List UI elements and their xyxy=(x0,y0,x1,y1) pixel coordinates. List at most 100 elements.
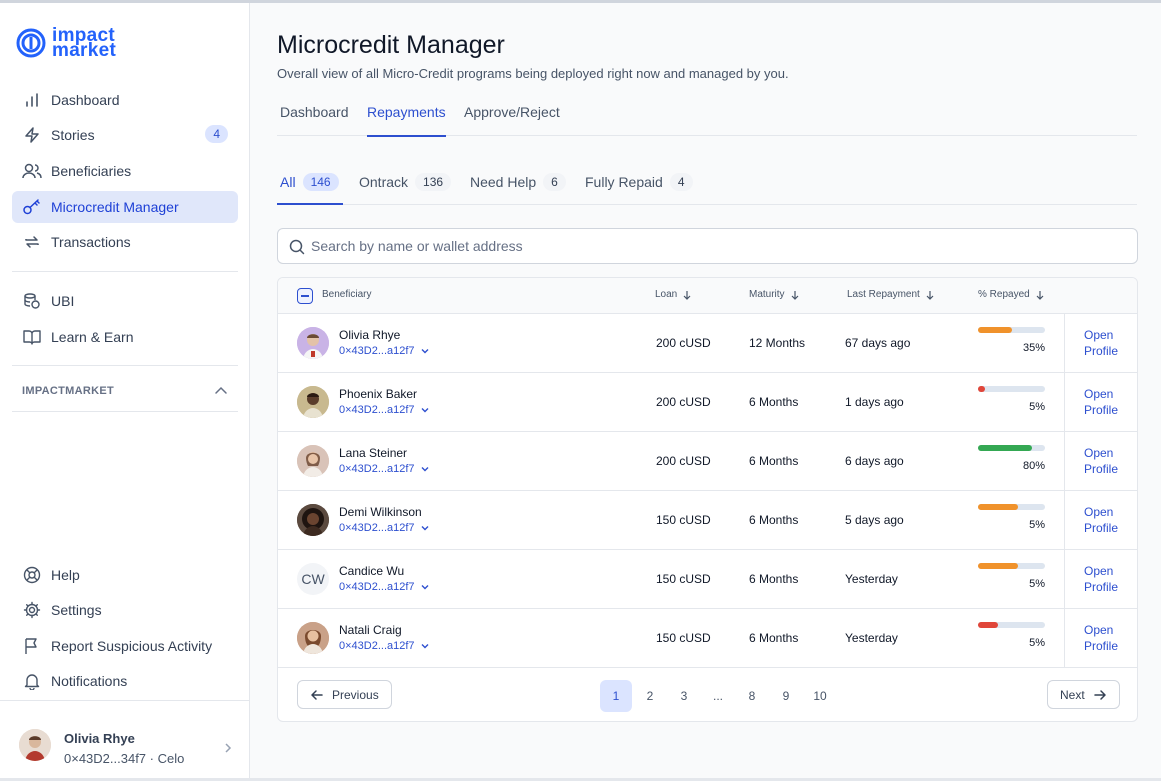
filter-tab-count: 146 xyxy=(302,173,339,191)
user-name: Olivia Rhye xyxy=(64,731,135,746)
chevron-right-icon xyxy=(222,741,234,759)
last-repayment: 1 days ago xyxy=(845,395,904,409)
beneficiary-wallet-dropdown[interactable]: 0×43D2...a12f7 xyxy=(339,404,430,416)
repaid-percent: 5% xyxy=(1029,519,1045,531)
open-profile-link[interactable]: Open Profile xyxy=(1064,373,1137,431)
tab-dashboard[interactable]: Dashboard xyxy=(280,104,349,120)
sidebar-item-report-suspicious-activity[interactable]: Report Suspicious Activity xyxy=(12,630,238,662)
beneficiary-name: Phoenix Baker xyxy=(339,387,418,401)
previous-page-button[interactable]: Previous xyxy=(297,680,392,709)
filter-tab-fully-repaid[interactable]: Fully Repaid 4 xyxy=(585,173,693,191)
sidebar-item-label: Settings xyxy=(51,602,102,618)
page-title: Microcredit Manager xyxy=(277,31,505,59)
flag-icon xyxy=(22,636,42,656)
col-header-maturity[interactable]: Maturity xyxy=(749,289,800,300)
table-row[interactable]: Lana Steiner 0×43D2...a12f7 200 cUSD 6 M… xyxy=(278,432,1137,491)
repaid-percent: 5% xyxy=(1029,637,1045,649)
arrow-left-icon xyxy=(311,689,323,700)
page-number[interactable]: 10 xyxy=(804,680,836,712)
open-profile-label: Open Profile xyxy=(1084,328,1119,358)
sidebar-item-label: Help xyxy=(51,567,80,583)
sidebar-item-help[interactable]: Help xyxy=(12,559,238,591)
beneficiary-wallet-dropdown[interactable]: 0×43D2...a12f7 xyxy=(339,522,430,534)
table-row[interactable]: Natali Craig 0×43D2...a12f7 150 cUSD 6 M… xyxy=(278,609,1137,668)
table-row[interactable]: CW Candice Wu 0×43D2...a12f7 150 cUSD 6 … xyxy=(278,550,1137,609)
col-header-last-repayment[interactable]: Last Repayment xyxy=(847,289,935,300)
section-label-impactmarket: IMPACTMARKET xyxy=(22,385,114,397)
sidebar-item-settings[interactable]: Settings xyxy=(12,594,238,626)
beneficiary-name: Natali Craig xyxy=(339,623,402,637)
chevron-down-icon xyxy=(421,467,429,472)
sidebar-item-stories[interactable]: Stories 4 xyxy=(12,119,238,151)
life-buoy-icon xyxy=(22,565,42,585)
sidebar-item-learn-earn[interactable]: Learn & Earn xyxy=(12,321,238,353)
page-number[interactable]: 2 xyxy=(634,680,666,712)
chevron-down-icon xyxy=(421,526,429,531)
maturity: 6 Months xyxy=(749,631,799,645)
search-input[interactable] xyxy=(311,234,1111,258)
gear-icon xyxy=(22,600,42,620)
sidebar-item-label: Report Suspicious Activity xyxy=(51,638,213,654)
open-profile-link[interactable]: Open Profile xyxy=(1064,609,1137,667)
page-number[interactable]: 8 xyxy=(736,680,768,712)
logo-line-2: market xyxy=(52,40,117,61)
beneficiary-name: Lana Steiner xyxy=(339,446,408,460)
beneficiary-wallet-dropdown[interactable]: 0×43D2...a12f7 xyxy=(339,640,430,652)
filter-tab-ontrack[interactable]: Ontrack 136 xyxy=(359,173,452,191)
filter-tab-label: Ontrack xyxy=(359,174,409,190)
page-number[interactable]: 1 xyxy=(600,680,632,712)
next-label: Next xyxy=(1060,687,1085,702)
page-number[interactable]: 9 xyxy=(770,680,802,712)
repaid-progress-fill xyxy=(978,563,1019,569)
loan-amount: 200 cUSD xyxy=(656,336,711,350)
repaid-progress-fill xyxy=(978,504,1019,510)
table-row[interactable]: Olivia Rhye 0×43D2...a12f7 200 cUSD 12 M… xyxy=(278,314,1137,373)
sidebar-item-dashboard[interactable]: Dashboard xyxy=(12,84,238,116)
table-row[interactable]: Phoenix Baker 0×43D2...a12f7 200 cUSD 6 … xyxy=(278,373,1137,432)
beneficiary-wallet-dropdown[interactable]: 0×43D2...a12f7 xyxy=(339,581,430,593)
arrow-down-icon xyxy=(683,290,691,300)
avatar xyxy=(297,622,329,654)
open-profile-link[interactable]: Open Profile xyxy=(1064,550,1137,608)
chevron-down-icon xyxy=(421,349,429,354)
col-header-loan[interactable]: Loan xyxy=(655,289,692,300)
user-profile-card[interactable]: Olivia Rhye 0×43D2...34f7 · Celo xyxy=(0,700,250,778)
sidebar-item-microcredit-manager[interactable]: Microcredit Manager xyxy=(12,191,238,223)
beneficiary-wallet-dropdown[interactable]: 0×43D2...a12f7 xyxy=(339,463,430,475)
sidebar-item-notifications[interactable]: Notifications xyxy=(12,665,238,697)
arrow-right-icon xyxy=(1093,689,1106,700)
open-profile-link[interactable]: Open Profile xyxy=(1064,314,1137,372)
col-header-beneficiary[interactable]: Beneficiary xyxy=(322,289,371,300)
avatar xyxy=(297,386,329,418)
next-page-button[interactable]: Next xyxy=(1047,680,1120,709)
arrow-down-icon xyxy=(926,290,934,300)
table-row[interactable]: Demi Wilkinson 0×43D2...a12f7 150 cUSD 6… xyxy=(278,491,1137,550)
sidebar: impact market Dashboard Stories 4 Benefi… xyxy=(0,3,250,778)
open-profile-label: Open Profile xyxy=(1084,564,1119,594)
sidebar-item-beneficiaries[interactable]: Beneficiaries xyxy=(12,155,238,187)
users-icon xyxy=(22,161,42,181)
open-profile-link[interactable]: Open Profile xyxy=(1064,491,1137,549)
open-profile-link[interactable]: Open Profile xyxy=(1064,432,1137,490)
repaid-progress-bar xyxy=(978,327,1045,333)
page-number[interactable]: 3 xyxy=(668,680,700,712)
repaid-progress-fill xyxy=(978,327,1012,333)
sidebar-item-ubi[interactable]: UBI xyxy=(12,285,238,317)
beneficiary-wallet-dropdown[interactable]: 0×43D2...a12f7 xyxy=(339,345,430,357)
logo[interactable]: impact market xyxy=(16,26,117,61)
filter-tab-need-help[interactable]: Need Help 6 xyxy=(470,173,566,191)
tab-repayments[interactable]: Repayments xyxy=(367,104,446,137)
bell-icon xyxy=(22,671,42,691)
repaid-percent: 5% xyxy=(1029,401,1045,413)
col-header-label: Last Repayment xyxy=(847,289,920,300)
filter-tab-all[interactable]: All 146 xyxy=(280,173,339,191)
sidebar-item-transactions[interactable]: Transactions xyxy=(12,226,238,258)
beneficiary-name: Olivia Rhye xyxy=(339,328,401,342)
chevron-up-icon[interactable] xyxy=(213,383,229,404)
last-repayment: 5 days ago xyxy=(845,513,904,527)
last-repayment: Yesterday xyxy=(845,631,898,645)
tab-approve-reject[interactable]: Approve/Reject xyxy=(464,104,560,120)
repaid-progress-fill xyxy=(978,386,985,392)
select-all-checkbox[interactable] xyxy=(297,288,313,304)
col-header-repaid[interactable]: % Repayed xyxy=(978,289,1045,300)
